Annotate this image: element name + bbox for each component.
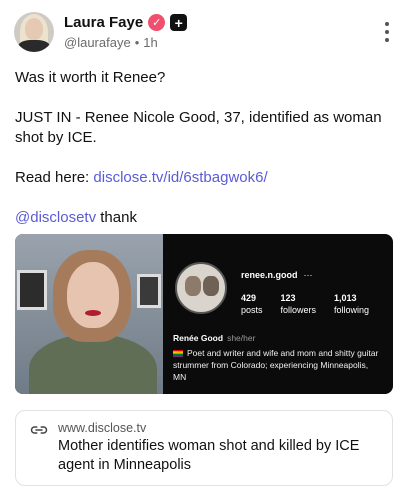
profile-picture [175, 262, 227, 314]
post-timestamp[interactable]: 1h [143, 35, 157, 50]
post-line: JUST IN - Renee Nicole Good, 37, identif… [15, 109, 382, 146]
read-prefix: Read here: [15, 169, 94, 186]
post-header: Laura Faye ✓ + @laurafaye • 1h [14, 12, 394, 54]
followers-label: followers [280, 305, 317, 315]
mention-suffix: thank [96, 209, 137, 226]
author-name-row: Laura Faye ✓ + [64, 14, 188, 31]
woman-photo [15, 234, 163, 394]
more-vertical-icon[interactable] [384, 22, 390, 42]
author-handle[interactable]: @laurafaye [64, 35, 131, 50]
following-count: 1,013 [334, 293, 357, 303]
article-link[interactable]: disclose.tv/id/6stbagwok6/ [93, 169, 267, 186]
post-body: Was it worth it Renee? JUST IN - Renee N… [15, 68, 395, 248]
author-meta: @laurafaye • 1h [64, 35, 158, 50]
post-image[interactable]: renee.n.good ··· 429 posts 123 followers 1,… [15, 234, 393, 394]
post-read-line: Read here: disclose.tv/id/6stbagwok6/ [15, 168, 395, 188]
followers-count: 123 [280, 293, 296, 303]
link-icon [30, 426, 48, 434]
following-label: following [334, 305, 370, 315]
mention-link[interactable]: @disclosetv [15, 209, 96, 226]
author-display-name[interactable]: Laura Faye [64, 14, 143, 31]
meta-separator: • [134, 35, 140, 50]
rainbow-flag-icon [173, 350, 183, 358]
avatar[interactable] [14, 12, 54, 52]
post-mention-line: @disclosetv thank [15, 208, 395, 228]
profile-name: Renée Good she/her [173, 333, 256, 343]
verified-check-icon: ✓ [148, 14, 166, 31]
instagram-profile-screenshot: renee.n.good ··· 429 posts 123 followers 1,… [163, 234, 393, 394]
link-title: Mother identifies woman shot and killed … [58, 438, 360, 473]
profile-bio: Poet and writer and wife and mom and shi… [173, 348, 379, 382]
link-preview-card[interactable]: www.disclose.tv Mother identifies woman … [15, 410, 393, 486]
plus-icon[interactable]: + [170, 14, 188, 31]
profile-username: renee.n.good ··· [241, 270, 313, 280]
posts-label: posts [241, 305, 263, 315]
link-domain: www.disclose.tv [58, 421, 147, 435]
post-line: Was it worth it Renee? [15, 69, 166, 86]
profile-stats: 429 posts 123 followers 1,013 following [241, 292, 369, 316]
posts-count: 429 [241, 293, 257, 303]
